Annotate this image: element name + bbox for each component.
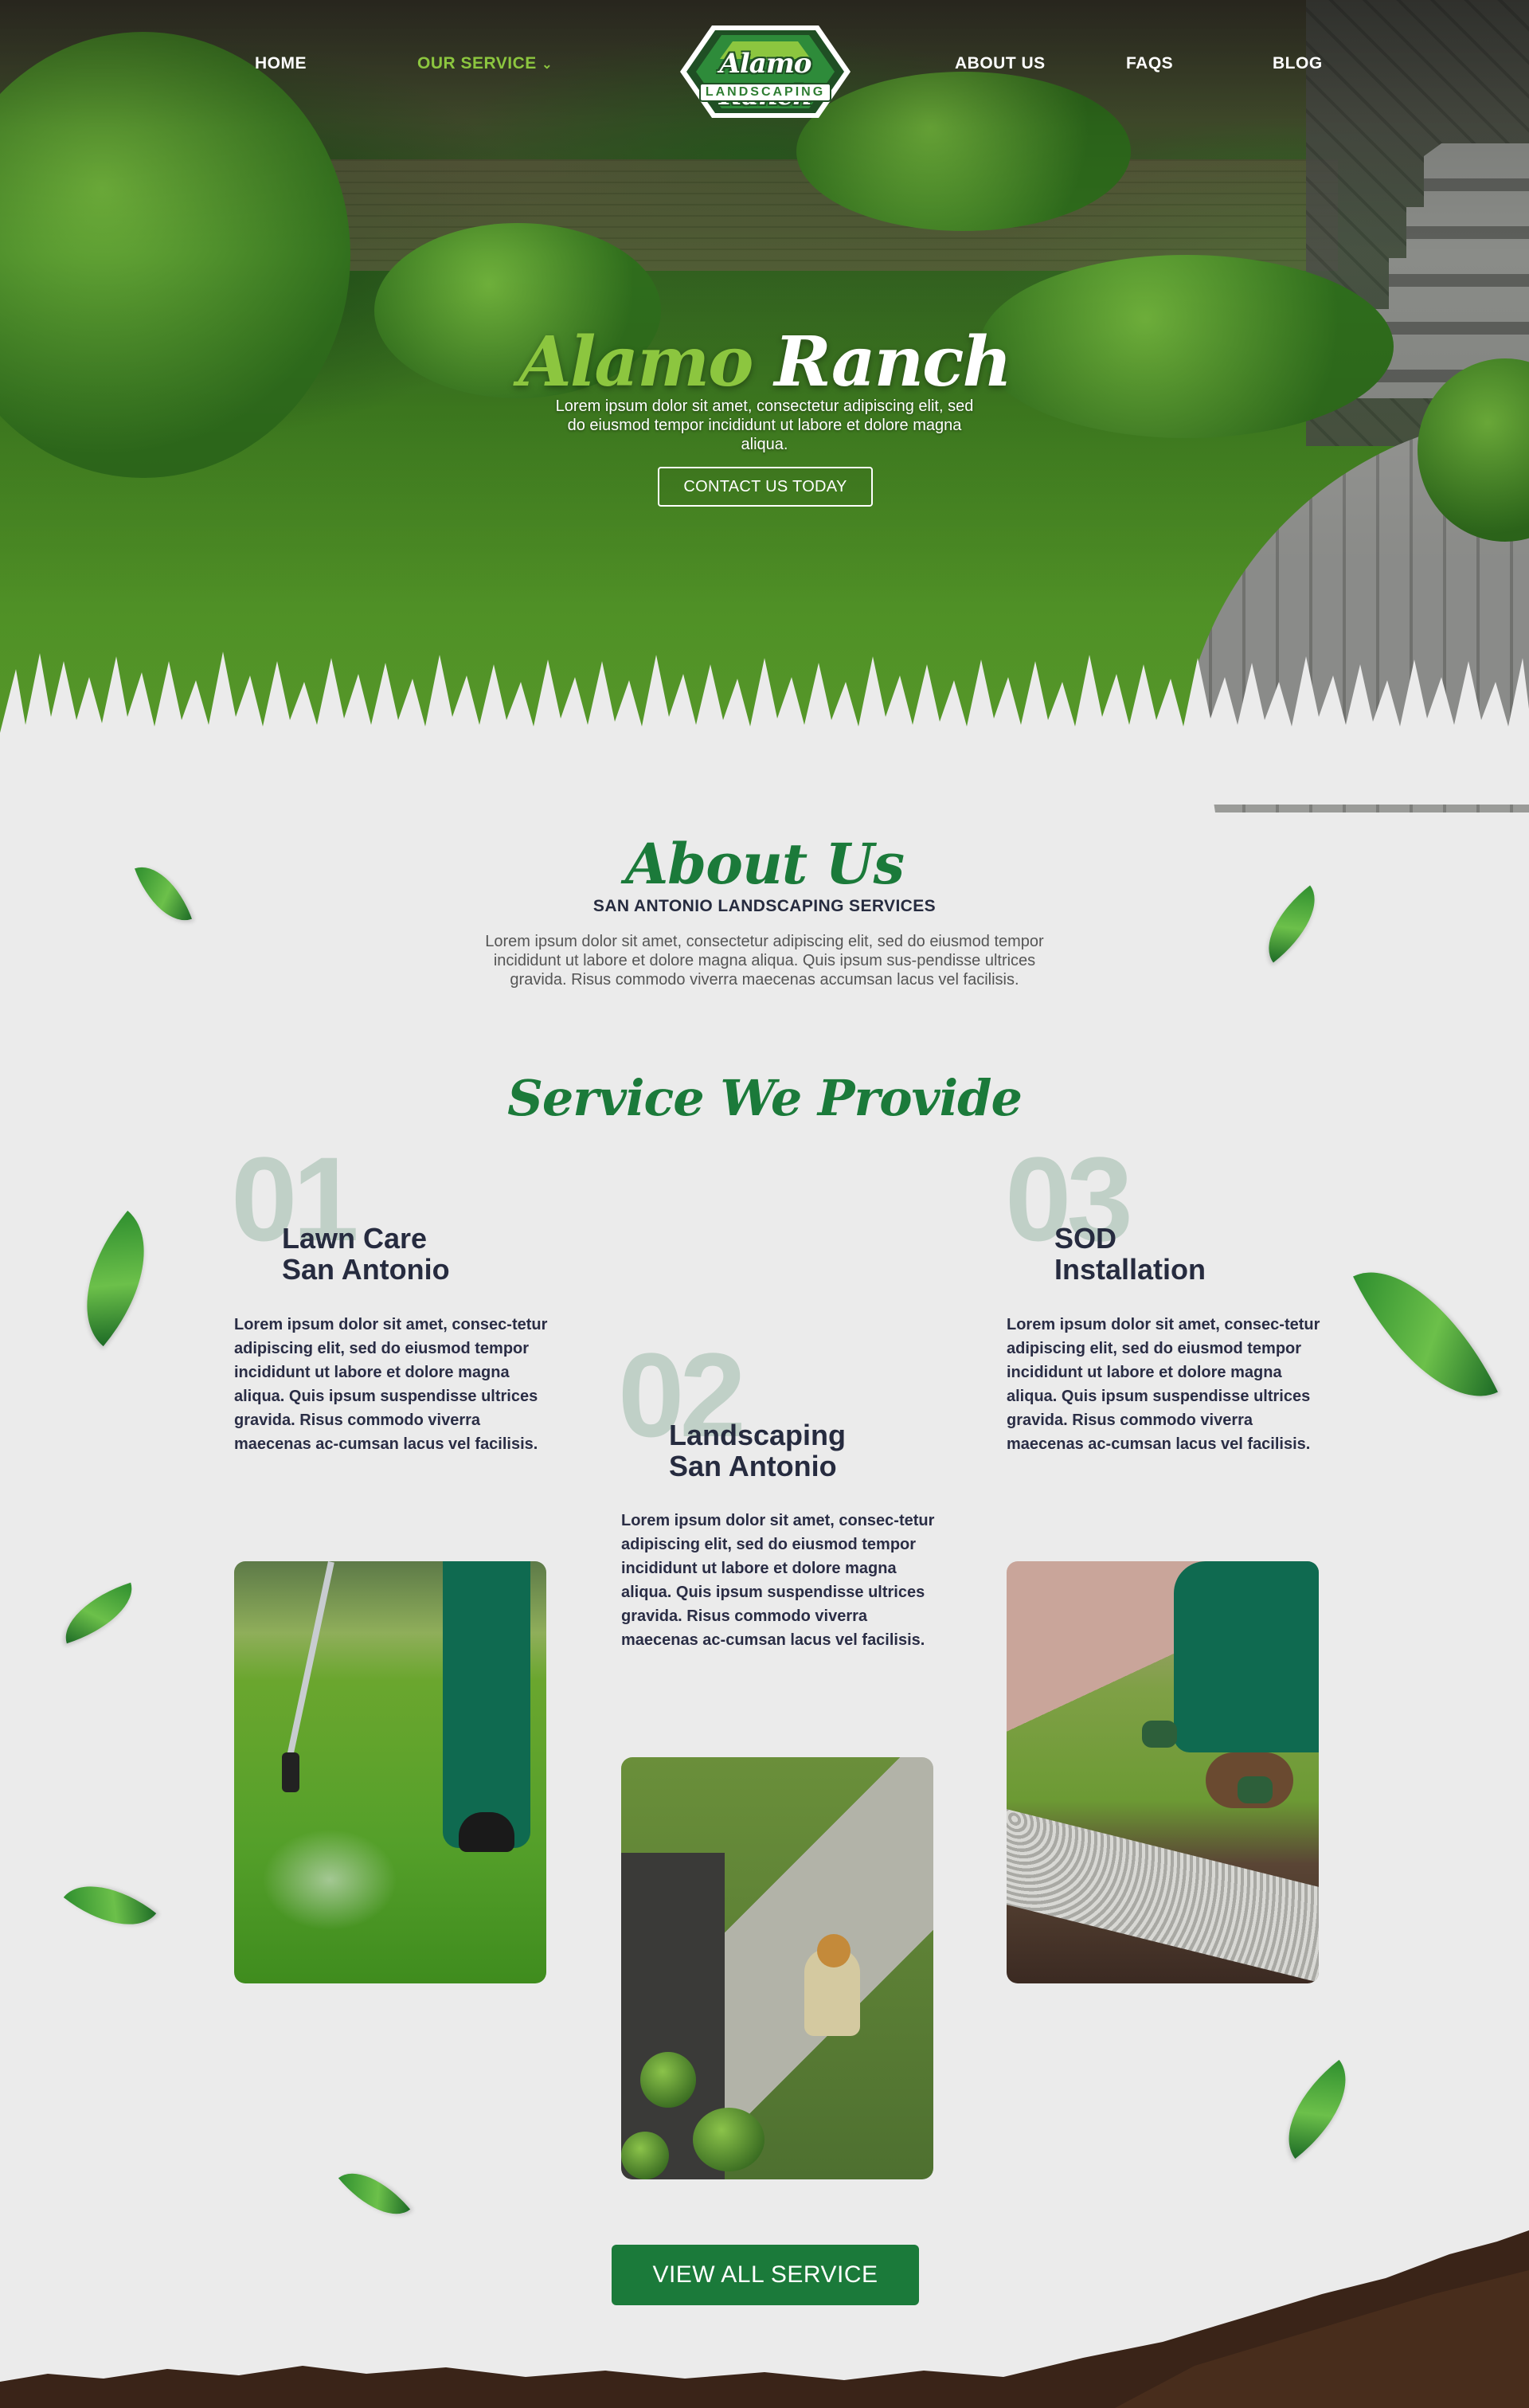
about-subtitle: SAN ANTONIO LANDSCAPING SERVICES <box>592 897 937 915</box>
leaf-icon <box>63 1862 157 1949</box>
contact-us-button[interactable]: CONTACT US TODAY <box>658 467 873 507</box>
service-title-line: SOD <box>1054 1222 1117 1255</box>
leaf-icon <box>338 2155 411 2232</box>
brand-logo[interactable]: Alamo Ranch LANDSCAPING <box>677 22 854 121</box>
logo-name: Alamo Ranch <box>719 48 812 112</box>
service-image-sod-installation <box>1007 1561 1319 1983</box>
service-title: SOD Installation <box>1054 1223 1309 1285</box>
gravel-bed <box>1007 1809 1319 1983</box>
about-description: Lorem ipsum dolor sit amet, consectetur … <box>485 933 1044 989</box>
hero-title-word-2: Ranch <box>774 322 1012 402</box>
chevron-down-icon: ⌄ <box>542 58 553 72</box>
service-image-lawn-care <box>234 1561 546 1983</box>
logo-tagline: LANDSCAPING <box>699 83 831 102</box>
hero-title: Alamo Ranch <box>446 319 1083 406</box>
service-description: Lorem ipsum dolor sit amet, consec-tetur… <box>1007 1316 1320 1453</box>
nav-blog[interactable]: BLOG <box>1273 54 1323 73</box>
nav-our-service[interactable]: OUR SERVICE ⌄ <box>417 54 553 73</box>
service-title: Landscaping San Antonio <box>669 1419 924 1482</box>
worker-glove <box>1238 1776 1273 1803</box>
nav-faqs[interactable]: FAQS <box>1126 54 1173 73</box>
grass-edge <box>0 652 1529 805</box>
leaf-icon <box>55 1582 143 1644</box>
nav-our-service-label: OUR SERVICE <box>417 54 537 72</box>
view-all-service-button[interactable]: VIEW ALL SERVICE <box>612 2245 919 2305</box>
service-title-line: Installation <box>1054 1253 1206 1286</box>
worker-shoe <box>459 1812 514 1852</box>
service-title-line: San Antonio <box>669 1450 837 1482</box>
services-title: Service We Provide <box>507 1069 1023 1127</box>
leaf-icon <box>1353 1241 1498 1427</box>
hero-description: Lorem ipsum dolor sit amet, consectetur … <box>555 397 974 453</box>
hero-title-word-1: Alamo <box>518 322 753 402</box>
sprayer-nozzle <box>282 1752 299 1792</box>
about-title: About Us <box>625 831 905 897</box>
worker-hat <box>817 1934 851 1968</box>
nav-about-us[interactable]: ABOUT US <box>955 54 1046 73</box>
garden-bush <box>693 2108 764 2171</box>
service-image-landscaping <box>621 1757 933 2179</box>
service-title-line: San Antonio <box>282 1253 450 1286</box>
service-title-line: Landscaping <box>669 1419 847 1451</box>
service-description: Lorem ipsum dolor sit amet, consec-tetur… <box>234 1316 548 1453</box>
worker-glove <box>1142 1721 1177 1748</box>
worker-leg <box>443 1561 530 1848</box>
leaf-icon <box>1264 2059 1371 2159</box>
worker-body <box>1174 1561 1319 1752</box>
sprayer-wand <box>283 1561 334 1773</box>
service-title: Lawn Care San Antonio <box>282 1223 537 1285</box>
garden-bush <box>621 2132 669 2179</box>
nav-home[interactable]: HOME <box>255 54 307 73</box>
service-title-line: Lawn Care <box>282 1222 428 1255</box>
garden-bush <box>640 2052 696 2108</box>
service-description: Lorem ipsum dolor sit amet, consec-tetur… <box>621 1512 935 1649</box>
leaf-icon <box>50 1210 181 1347</box>
